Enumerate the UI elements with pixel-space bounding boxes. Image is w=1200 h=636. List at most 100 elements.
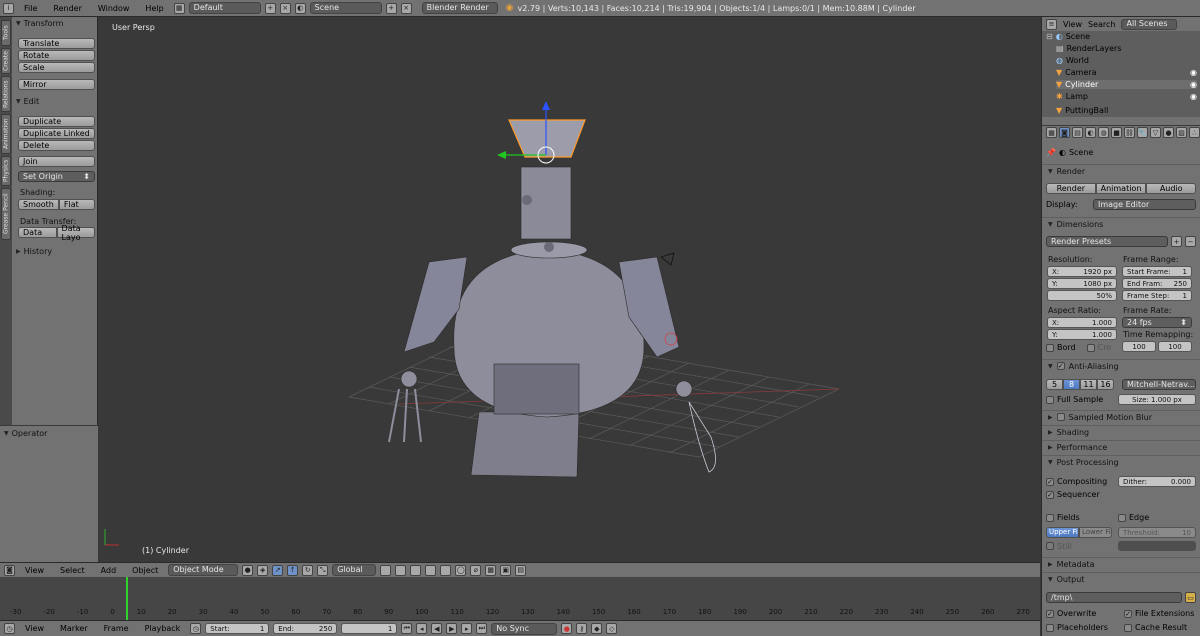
aspect-x-field[interactable]: X: 1.000	[1047, 317, 1117, 328]
lower-field-first-button[interactable]: Lower Firs	[1079, 527, 1112, 538]
translate-button[interactable]: Translate	[18, 38, 95, 49]
sequencer-checkbox[interactable]: ✓	[1046, 490, 1054, 499]
outliner-item-renderlayers[interactable]: ▤ RenderLayers	[1056, 44, 1197, 53]
scene-selector[interactable]: Scene	[309, 2, 382, 14]
object-tab-icon[interactable]: ■	[1111, 127, 1122, 138]
outliner-item-puttingball[interactable]: ▼ PuttingBall	[1056, 104, 1197, 116]
jump-end-icon[interactable]: ⏭	[476, 623, 488, 634]
resolution-y-field[interactable]: Y: 1080 px	[1047, 278, 1117, 289]
menu-render[interactable]: Render	[47, 4, 87, 13]
duplicate-linked-button[interactable]: Duplicate Linked	[18, 128, 95, 139]
scene-icon[interactable]: ◐	[294, 2, 306, 14]
render-layers-tab-icon[interactable]: ▤	[1072, 127, 1083, 138]
layer-icon[interactable]	[380, 564, 392, 576]
tab-physics[interactable]: Physics	[1, 156, 11, 186]
dimensions-panel-header[interactable]: ▼ Dimensions	[1042, 217, 1200, 230]
opengl-anim-icon[interactable]: ▤	[515, 564, 527, 576]
overwrite-checkbox[interactable]: ✓	[1046, 609, 1054, 618]
shading-panel-header[interactable]: ▶ Shading	[1042, 425, 1200, 438]
aa-samples-8-button[interactable]: 8	[1063, 379, 1080, 390]
layer-icon[interactable]	[440, 564, 452, 576]
edge-checkbox[interactable]	[1118, 513, 1126, 522]
data-layout-button[interactable]: Data Layo	[56, 224, 95, 242]
material-tab-icon[interactable]: ●	[1163, 127, 1174, 138]
data-tab-icon[interactable]: ▽	[1150, 127, 1161, 138]
viewport-menu-add[interactable]: Add	[95, 566, 123, 575]
outliner-editor-icon[interactable]: ≡	[1046, 18, 1057, 30]
jump-start-icon[interactable]: ⏮	[401, 623, 413, 634]
resolution-x-field[interactable]: X: 1920 px	[1047, 266, 1117, 277]
frame-rate-dropdown[interactable]: 24 fps ⬍	[1122, 317, 1192, 328]
timeline-menu-view[interactable]: View	[19, 624, 50, 633]
frame-step-field[interactable]: Frame Step: 1	[1122, 290, 1192, 301]
outliner-item-camera[interactable]: ▼ Camera ◉	[1056, 68, 1197, 77]
add-preset-icon[interactable]: +	[1171, 236, 1182, 247]
tab-tools[interactable]: Tools	[1, 20, 11, 46]
render-button[interactable]: Render	[1046, 183, 1096, 194]
outliner-item-scene[interactable]: ⊟ ◐ Scene	[1046, 32, 1197, 41]
smooth-button[interactable]: Smooth	[18, 199, 59, 210]
keyframe-delete-icon[interactable]: ◇	[606, 623, 618, 634]
menu-window[interactable]: Window	[92, 4, 136, 13]
render-panel-header[interactable]: ▼ Render	[1042, 164, 1200, 177]
remove-preset-icon[interactable]: −	[1185, 236, 1196, 247]
constraints-tab-icon[interactable]: ⛓	[1124, 127, 1135, 138]
folder-icon[interactable]: ▭	[1185, 592, 1196, 603]
layout-icon[interactable]: ▦	[173, 2, 185, 14]
filter-size-field[interactable]: Size: 1.000 px	[1118, 394, 1196, 405]
camera-object[interactable]	[660, 252, 675, 266]
properties-editor-icon[interactable]: ▦	[1046, 127, 1057, 138]
aa-samples-5-button[interactable]: 5	[1046, 379, 1063, 390]
snap-target-icon[interactable]: ▦	[485, 564, 497, 576]
snap-icon[interactable]: ⌀	[470, 564, 482, 576]
aspect-y-field[interactable]: Y: 1.000	[1047, 329, 1117, 340]
outliner-item-lamp[interactable]: ✱ Lamp ◉	[1056, 92, 1197, 101]
crop-checkbox[interactable]	[1086, 343, 1095, 352]
anti-aliasing-panel-header[interactable]: ▼ ✓ Anti-Aliasing	[1042, 359, 1200, 372]
edit-panel-header[interactable]: ▼ Edit	[16, 97, 39, 106]
outliner-menu-view[interactable]: View	[1063, 20, 1082, 29]
visibility-eye-icon[interactable]: ◉	[1190, 68, 1197, 77]
visibility-eye-icon[interactable]: ◉	[1190, 92, 1197, 101]
aa-samples-11-button[interactable]: 11	[1080, 379, 1097, 390]
editor-type-icon[interactable]: i	[3, 2, 14, 14]
keying-set-icon[interactable]: ⚷	[576, 623, 588, 634]
gizmo-y-arrow[interactable]	[497, 151, 506, 159]
start-frame-input[interactable]: Start: 1	[205, 623, 270, 634]
viewport-shading-icon[interactable]: ●	[242, 564, 254, 576]
dither-field[interactable]: Dither: 0.000	[1118, 476, 1196, 487]
placeholders-checkbox[interactable]	[1046, 623, 1054, 632]
menu-help[interactable]: Help	[139, 4, 169, 13]
layer-icon[interactable]	[425, 564, 437, 576]
3d-viewport[interactable]: User Persp (1) Cylinder	[99, 17, 1040, 562]
anti-aliasing-checkbox[interactable]: ✓	[1056, 362, 1065, 370]
texture-tab-icon[interactable]: ▨	[1176, 127, 1187, 138]
audio-button[interactable]: Audio	[1146, 183, 1197, 194]
tab-create[interactable]: Create	[1, 48, 11, 74]
scene-tab-icon[interactable]: ◐	[1085, 127, 1096, 138]
scale-button[interactable]: Scale	[18, 62, 95, 73]
add-scene-icon[interactable]: +	[385, 2, 397, 14]
time-remap-old-field[interactable]: 100	[1122, 341, 1156, 352]
viewport-menu-select[interactable]: Select	[54, 566, 91, 575]
preview-range-icon[interactable]: ◷	[190, 623, 202, 634]
proportional-edit-icon[interactable]: ◯	[455, 564, 467, 576]
motion-blur-panel-header[interactable]: ▶ Sampled Motion Blur	[1042, 410, 1200, 423]
rotate-button[interactable]: Rotate	[18, 50, 95, 61]
translate-manipulator-icon[interactable]: ↑	[287, 564, 299, 576]
animation-button[interactable]: Animation	[1095, 183, 1147, 194]
timeline-editor-icon[interactable]: ◷	[4, 623, 15, 634]
menu-file[interactable]: File	[18, 4, 43, 13]
layer-icon[interactable]	[395, 564, 407, 576]
scale-manipulator-icon[interactable]: ⤡	[317, 564, 329, 576]
aa-filter-dropdown[interactable]: Mitchell-Netrav...	[1122, 379, 1196, 390]
remove-layout-icon[interactable]: ×	[279, 2, 291, 14]
sync-mode-selector[interactable]: No Sync	[491, 622, 558, 635]
keyframe-insert-icon[interactable]: ◆	[591, 623, 603, 634]
outliner-menu-search[interactable]: Search	[1088, 20, 1115, 29]
cache-result-checkbox[interactable]	[1124, 623, 1132, 632]
edge-threshold-field[interactable]: Threshold: 10	[1118, 527, 1196, 538]
upper-field-first-button[interactable]: Upper Firs	[1046, 527, 1079, 538]
prev-keyframe-icon[interactable]: ◂	[416, 623, 428, 634]
output-panel-header[interactable]: ▼ Output	[1042, 572, 1200, 585]
